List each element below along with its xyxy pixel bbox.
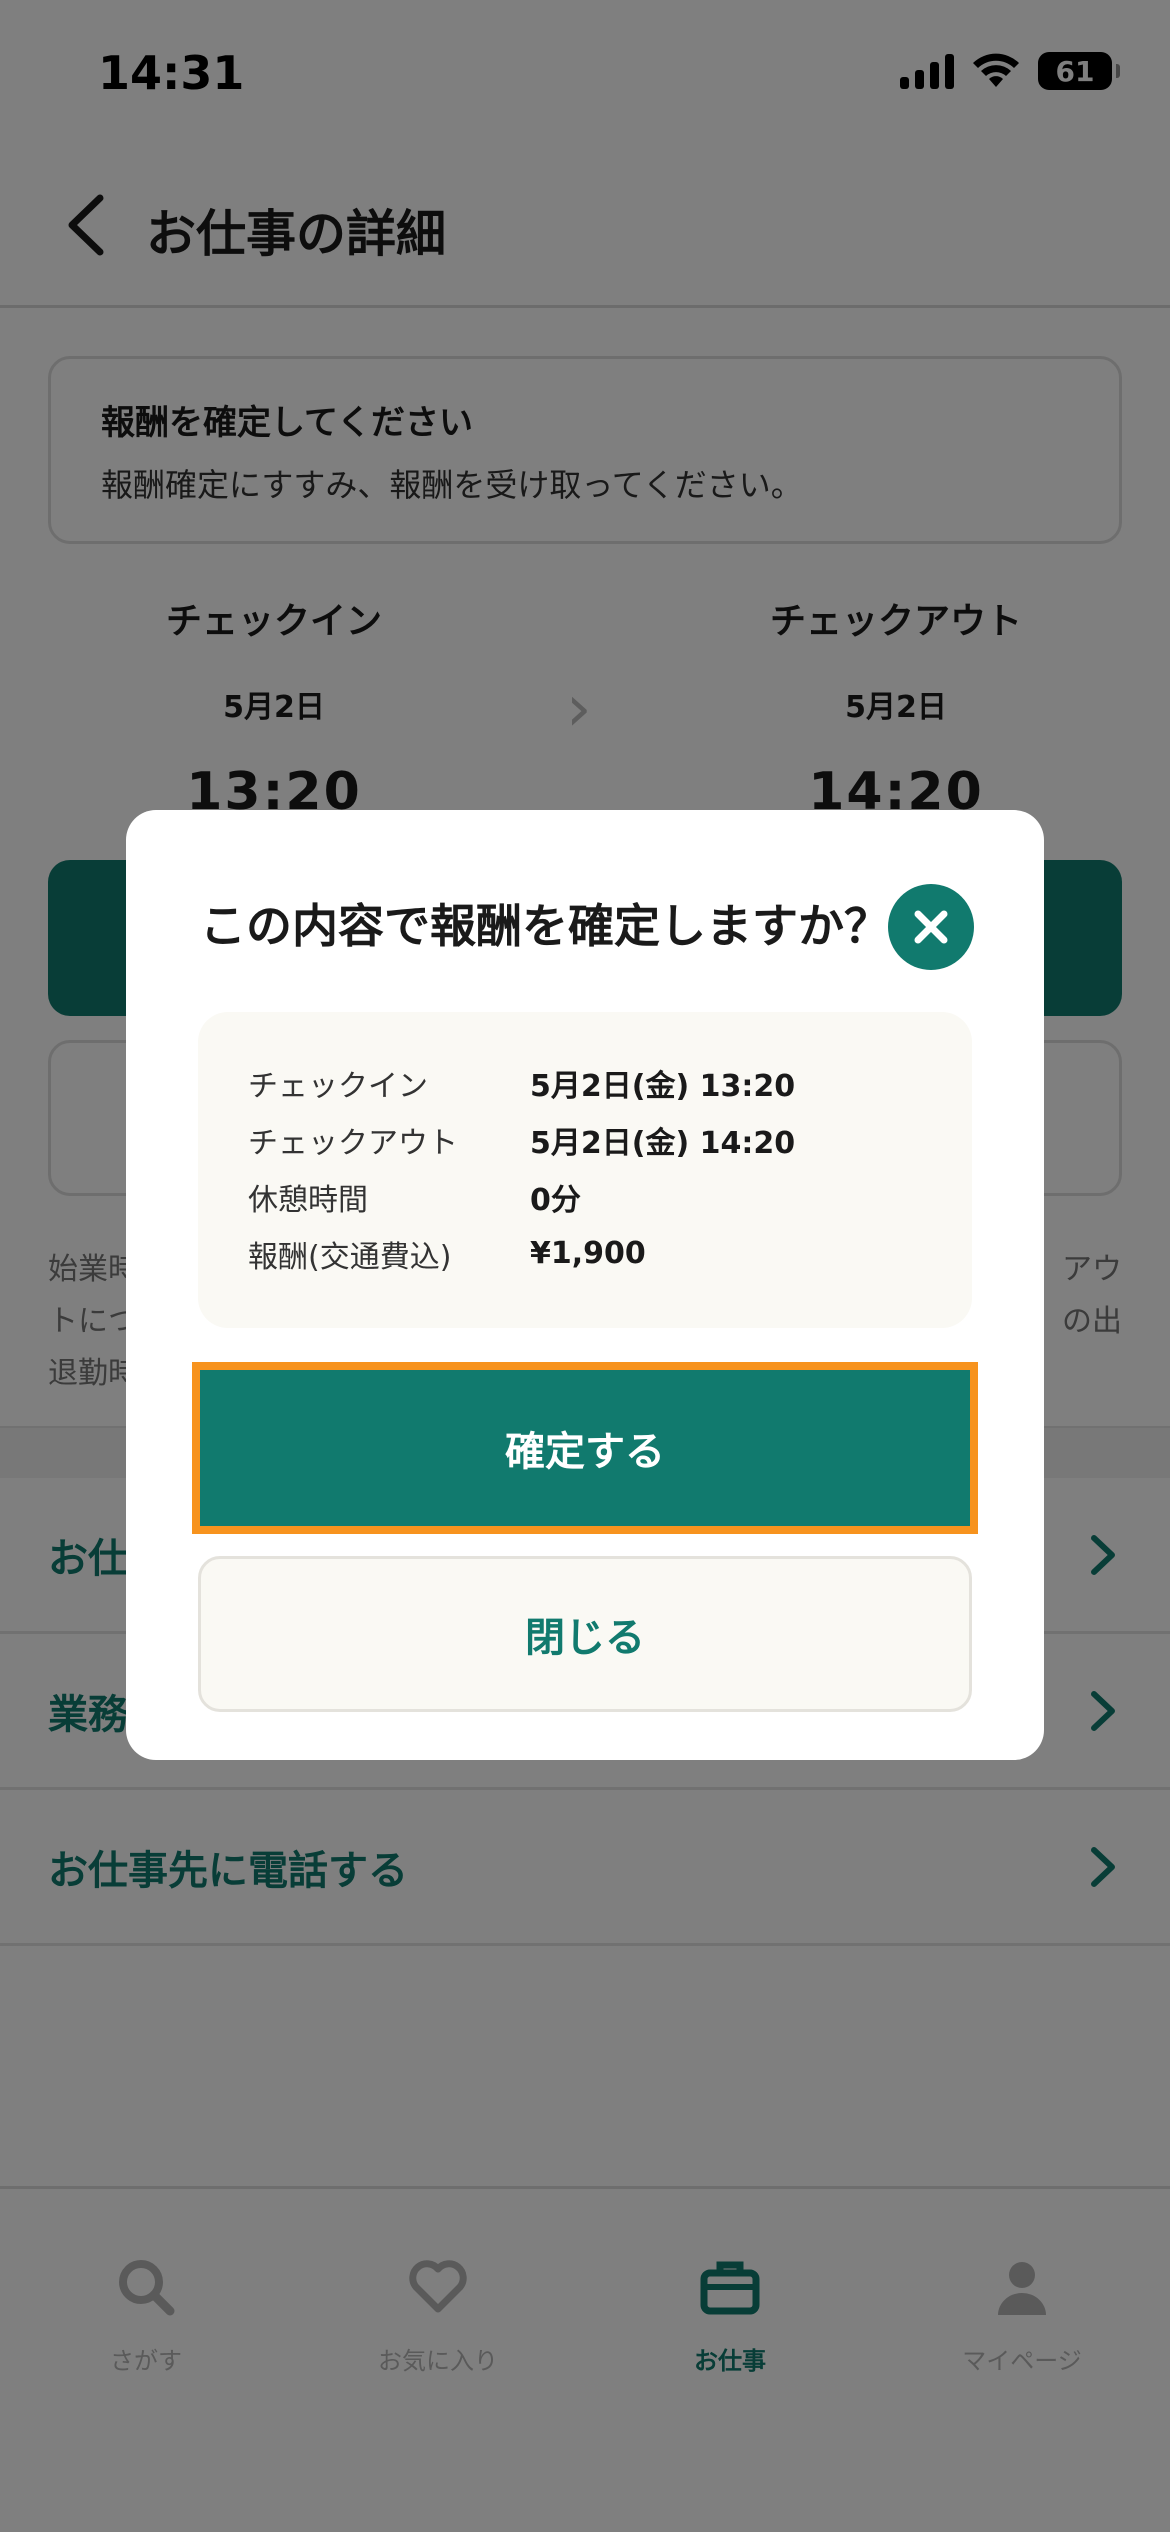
summary-key: チェックイン: [248, 1068, 428, 1104]
close-button-label: 閉じる: [525, 1616, 645, 1660]
confirm-button-label: 確定する: [505, 1430, 665, 1474]
modal-close-button[interactable]: [888, 884, 974, 970]
confirm-reward-modal: この内容で報酬を確定しますか？ チェックイン 5月2日(金) 13:20 チェッ…: [126, 810, 1044, 1760]
summary-row-checkin: チェックイン 5月2日(金) 13:20: [248, 1054, 922, 1111]
summary-key: 報酬(交通費込): [248, 1239, 452, 1275]
summary-key: チェックアウト: [248, 1125, 458, 1161]
summary-value: ¥1,900: [530, 1236, 646, 1271]
reward-summary: チェックイン 5月2日(金) 13:20 チェックアウト 5月2日(金) 14:…: [198, 1012, 972, 1328]
summary-row-break: 休憩時間 0分: [248, 1168, 922, 1225]
confirm-button-highlight: 確定する: [192, 1362, 978, 1534]
modal-title: この内容で報酬を確定しますか？: [200, 899, 890, 953]
summary-key: 休憩時間: [248, 1182, 368, 1218]
confirm-button[interactable]: 確定する: [200, 1370, 970, 1526]
summary-value: 0分: [530, 1182, 581, 1218]
summary-row-checkout: チェックアウト 5月2日(金) 14:20: [248, 1111, 922, 1168]
close-button[interactable]: 閉じる: [198, 1556, 972, 1712]
close-icon: [914, 910, 948, 944]
summary-value: 5月2日(金) 14:20: [530, 1125, 796, 1161]
summary-row-reward: 報酬(交通費込) ¥1,900: [248, 1225, 922, 1282]
summary-value: 5月2日(金) 13:20: [530, 1068, 796, 1104]
